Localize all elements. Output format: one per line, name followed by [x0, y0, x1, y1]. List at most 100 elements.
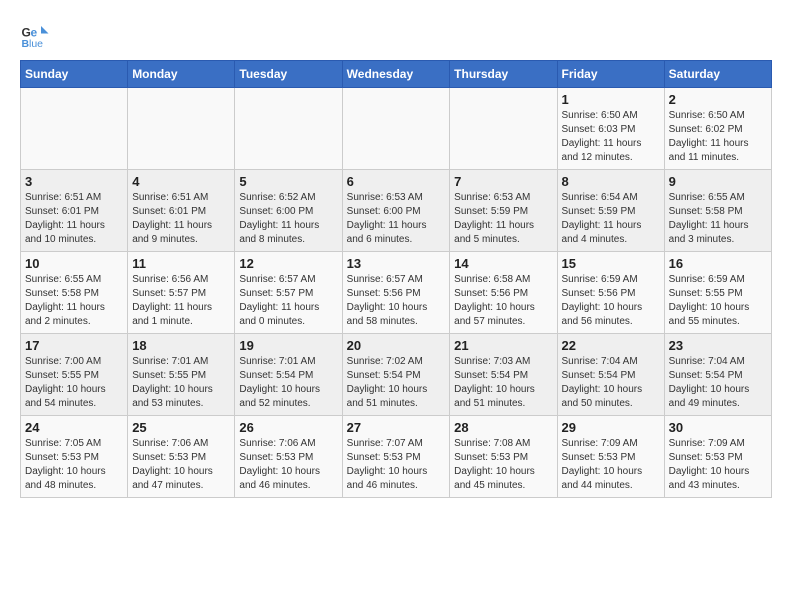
- calendar-cell: 16 Sunrise: 6:59 AM Sunset: 5:55 PM Dayli…: [664, 252, 771, 334]
- calendar-cell: 1 Sunrise: 6:50 AM Sunset: 6:03 PM Daylig…: [557, 88, 664, 170]
- weekday-header: Tuesday: [235, 61, 342, 88]
- logo-icon: G e B lue: [20, 20, 50, 50]
- day-info: Sunrise: 6:53 AM Sunset: 5:59 PM Dayligh…: [454, 191, 552, 247]
- weekday-header: Wednesday: [342, 61, 450, 88]
- day-number: 27: [347, 420, 446, 435]
- day-number: 28: [454, 420, 552, 435]
- day-number: 13: [347, 256, 446, 271]
- calendar-week-row: 24 Sunrise: 7:05 AM Sunset: 5:53 PM Dayli…: [21, 416, 772, 498]
- day-info: Sunrise: 6:54 AM Sunset: 5:59 PM Dayligh…: [562, 191, 660, 247]
- day-info: Sunrise: 7:09 AM Sunset: 5:53 PM Dayligh…: [562, 437, 660, 493]
- day-number: 30: [669, 420, 767, 435]
- day-number: 1: [562, 92, 660, 107]
- calendar-week-row: 3 Sunrise: 6:51 AM Sunset: 6:01 PM Daylig…: [21, 170, 772, 252]
- calendar-cell: [21, 88, 128, 170]
- weekday-header: Sunday: [21, 61, 128, 88]
- day-info: Sunrise: 7:09 AM Sunset: 5:53 PM Dayligh…: [669, 437, 767, 493]
- svg-text:lue: lue: [29, 38, 43, 50]
- calendar-cell: 23 Sunrise: 7:04 AM Sunset: 5:54 PM Dayli…: [664, 334, 771, 416]
- calendar-cell: 19 Sunrise: 7:01 AM Sunset: 5:54 PM Dayli…: [235, 334, 342, 416]
- calendar-cell: 27Sunrise: 7:07 AM Sunset: 5:53 PM Dayli…: [342, 416, 450, 498]
- day-info: Sunrise: 7:06 AM Sunset: 5:53 PM Dayligh…: [132, 437, 230, 493]
- day-info: Sunrise: 7:01 AM Sunset: 5:54 PM Dayligh…: [239, 355, 337, 411]
- calendar-table: SundayMondayTuesdayWednesdayThursdayFrid…: [20, 60, 772, 498]
- day-info: Sunrise: 7:08 AM Sunset: 5:53 PM Dayligh…: [454, 437, 552, 493]
- day-number: 15: [562, 256, 660, 271]
- calendar-cell: 29 Sunrise: 7:09 AM Sunset: 5:53 PM Dayli…: [557, 416, 664, 498]
- calendar-cell: 26Sunrise: 7:06 AM Sunset: 5:53 PM Dayli…: [235, 416, 342, 498]
- day-number: 2: [669, 92, 767, 107]
- day-number: 21: [454, 338, 552, 353]
- calendar-cell: 11 Sunrise: 6:56 AM Sunset: 5:57 PM Dayli…: [128, 252, 235, 334]
- day-info: Sunrise: 6:55 AM Sunset: 5:58 PM Dayligh…: [25, 273, 123, 329]
- calendar-cell: [235, 88, 342, 170]
- day-number: 10: [25, 256, 123, 271]
- day-info: Sunrise: 6:50 AM Sunset: 6:03 PM Dayligh…: [562, 109, 660, 165]
- day-info: Sunrise: 6:51 AM Sunset: 6:01 PM Dayligh…: [132, 191, 230, 247]
- day-number: 23: [669, 338, 767, 353]
- calendar-cell: 28 Sunrise: 7:08 AM Sunset: 5:53 PM Dayli…: [450, 416, 557, 498]
- day-info: Sunrise: 6:59 AM Sunset: 5:56 PM Dayligh…: [562, 273, 660, 329]
- day-number: 5: [239, 174, 337, 189]
- weekday-header: Saturday: [664, 61, 771, 88]
- calendar-week-row: 1 Sunrise: 6:50 AM Sunset: 6:03 PM Daylig…: [21, 88, 772, 170]
- day-info: Sunrise: 6:50 AM Sunset: 6:02 PM Dayligh…: [669, 109, 767, 165]
- day-number: 14: [454, 256, 552, 271]
- calendar-cell: 22 Sunrise: 7:04 AM Sunset: 5:54 PM Dayli…: [557, 334, 664, 416]
- calendar-header: SundayMondayTuesdayWednesdayThursdayFrid…: [21, 61, 772, 88]
- day-number: 19: [239, 338, 337, 353]
- day-number: 8: [562, 174, 660, 189]
- day-number: 20: [347, 338, 446, 353]
- calendar-cell: 12 Sunrise: 6:57 AM Sunset: 5:57 PM Dayli…: [235, 252, 342, 334]
- day-number: 25: [132, 420, 230, 435]
- day-info: Sunrise: 6:59 AM Sunset: 5:55 PM Dayligh…: [669, 273, 767, 329]
- day-number: 26: [239, 420, 337, 435]
- calendar-cell: 7 Sunrise: 6:53 AM Sunset: 5:59 PM Daylig…: [450, 170, 557, 252]
- day-info: Sunrise: 6:58 AM Sunset: 5:56 PM Dayligh…: [454, 273, 552, 329]
- day-number: 24: [25, 420, 123, 435]
- weekday-header: Friday: [557, 61, 664, 88]
- day-info: Sunrise: 7:04 AM Sunset: 5:54 PM Dayligh…: [669, 355, 767, 411]
- day-info: Sunrise: 7:00 AM Sunset: 5:55 PM Dayligh…: [25, 355, 123, 411]
- calendar-cell: [342, 88, 450, 170]
- calendar-cell: 20Sunrise: 7:02 AM Sunset: 5:54 PM Dayli…: [342, 334, 450, 416]
- day-info: Sunrise: 6:55 AM Sunset: 5:58 PM Dayligh…: [669, 191, 767, 247]
- day-info: Sunrise: 6:57 AM Sunset: 5:56 PM Dayligh…: [347, 273, 446, 329]
- calendar-cell: 10 Sunrise: 6:55 AM Sunset: 5:58 PM Dayli…: [21, 252, 128, 334]
- calendar-cell: 13 Sunrise: 6:57 AM Sunset: 5:56 PM Dayli…: [342, 252, 450, 334]
- day-info: Sunrise: 6:57 AM Sunset: 5:57 PM Dayligh…: [239, 273, 337, 329]
- day-number: 22: [562, 338, 660, 353]
- day-number: 18: [132, 338, 230, 353]
- day-number: 29: [562, 420, 660, 435]
- day-number: 11: [132, 256, 230, 271]
- calendar-cell: 15 Sunrise: 6:59 AM Sunset: 5:56 PM Dayli…: [557, 252, 664, 334]
- calendar-cell: 24 Sunrise: 7:05 AM Sunset: 5:53 PM Dayli…: [21, 416, 128, 498]
- weekday-header: Thursday: [450, 61, 557, 88]
- day-info: Sunrise: 7:01 AM Sunset: 5:55 PM Dayligh…: [132, 355, 230, 411]
- day-info: Sunrise: 7:03 AM Sunset: 5:54 PM Dayligh…: [454, 355, 552, 411]
- day-number: 16: [669, 256, 767, 271]
- calendar-cell: 5Sunrise: 6:52 AM Sunset: 6:00 PM Daylig…: [235, 170, 342, 252]
- day-info: Sunrise: 6:56 AM Sunset: 5:57 PM Dayligh…: [132, 273, 230, 329]
- day-info: Sunrise: 7:05 AM Sunset: 5:53 PM Dayligh…: [25, 437, 123, 493]
- day-number: 3: [25, 174, 123, 189]
- calendar-cell: 17Sunrise: 7:00 AM Sunset: 5:55 PM Dayli…: [21, 334, 128, 416]
- calendar-cell: 18 Sunrise: 7:01 AM Sunset: 5:55 PM Dayli…: [128, 334, 235, 416]
- calendar-cell: 4 Sunrise: 6:51 AM Sunset: 6:01 PM Daylig…: [128, 170, 235, 252]
- day-info: Sunrise: 6:51 AM Sunset: 6:01 PM Dayligh…: [25, 191, 123, 247]
- calendar-body: 1 Sunrise: 6:50 AM Sunset: 6:03 PM Daylig…: [21, 88, 772, 498]
- calendar-cell: 9 Sunrise: 6:55 AM Sunset: 5:58 PM Daylig…: [664, 170, 771, 252]
- day-number: 6: [347, 174, 446, 189]
- day-number: 9: [669, 174, 767, 189]
- calendar-cell: 21 Sunrise: 7:03 AM Sunset: 5:54 PM Dayli…: [450, 334, 557, 416]
- day-number: 12: [239, 256, 337, 271]
- logo: G e B lue: [20, 20, 54, 50]
- calendar-cell: 6Sunrise: 6:53 AM Sunset: 6:00 PM Daylig…: [342, 170, 450, 252]
- day-info: Sunrise: 7:04 AM Sunset: 5:54 PM Dayligh…: [562, 355, 660, 411]
- day-number: 4: [132, 174, 230, 189]
- weekday-header: Monday: [128, 61, 235, 88]
- calendar-cell: 3 Sunrise: 6:51 AM Sunset: 6:01 PM Daylig…: [21, 170, 128, 252]
- calendar-cell: [450, 88, 557, 170]
- day-number: 7: [454, 174, 552, 189]
- calendar-cell: 8 Sunrise: 6:54 AM Sunset: 5:59 PM Daylig…: [557, 170, 664, 252]
